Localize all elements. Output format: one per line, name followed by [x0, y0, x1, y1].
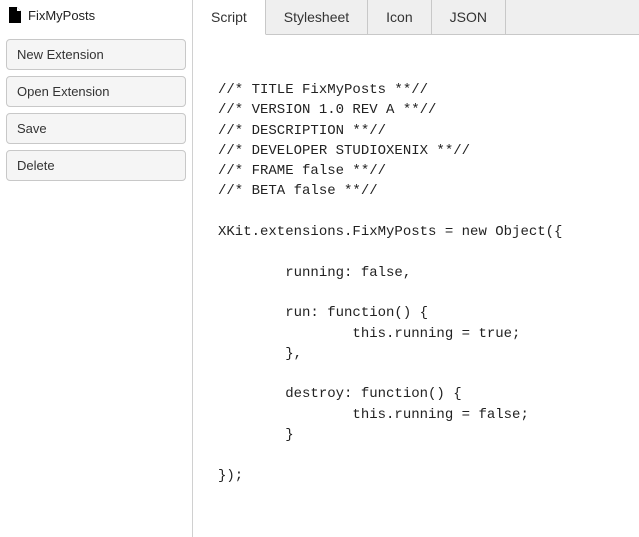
- save-button[interactable]: Save: [6, 113, 186, 144]
- tab-bar: Script Stylesheet Icon JSON: [193, 0, 639, 35]
- sidebar-buttons: New Extension Open Extension Save Delete: [0, 33, 192, 187]
- file-header: FixMyPosts: [0, 0, 192, 33]
- tab-json[interactable]: JSON: [432, 0, 506, 34]
- file-icon: [8, 7, 22, 23]
- open-extension-button[interactable]: Open Extension: [6, 76, 186, 107]
- tab-script[interactable]: Script: [193, 0, 266, 35]
- main-panel: Script Stylesheet Icon JSON //* TITLE Fi…: [193, 0, 639, 537]
- file-name: FixMyPosts: [28, 8, 95, 23]
- tab-stylesheet[interactable]: Stylesheet: [266, 0, 368, 34]
- sidebar: FixMyPosts New Extension Open Extension …: [0, 0, 193, 537]
- tab-icon[interactable]: Icon: [368, 0, 431, 34]
- code-editor[interactable]: //* TITLE FixMyPosts **// //* VERSION 1.…: [193, 35, 639, 537]
- delete-button[interactable]: Delete: [6, 150, 186, 181]
- new-extension-button[interactable]: New Extension: [6, 39, 186, 70]
